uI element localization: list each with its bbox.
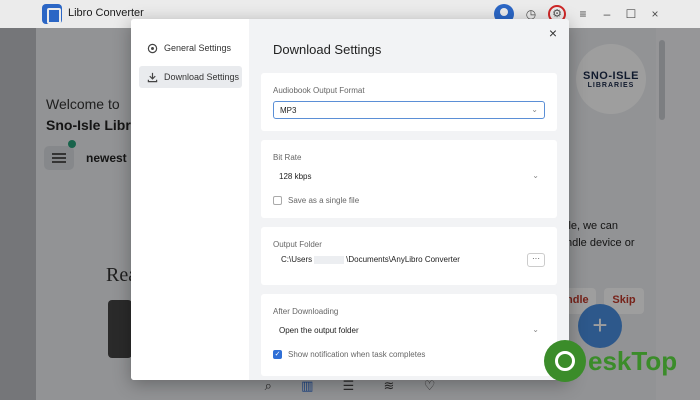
output-folder-label: Output Folder	[273, 240, 322, 249]
download-icon	[147, 72, 158, 82]
notification-option[interactable]: ✓ Show notification when task completes	[273, 350, 425, 359]
nav-download-settings[interactable]: Download Settings	[139, 66, 242, 88]
single-file-option[interactable]: Save as a single file	[273, 196, 359, 205]
path-suffix: \Documents\AnyLibro Converter	[346, 255, 460, 264]
after-download-value: Open the output folder	[279, 326, 359, 335]
redacted-username	[314, 255, 345, 264]
chevron-down-icon: ⌄	[532, 171, 539, 180]
chevron-down-icon: ⌄	[532, 325, 539, 334]
notification-checkbox[interactable]: ✓	[273, 350, 282, 359]
after-download-label: After Downloading	[273, 307, 339, 316]
nav-general-settings[interactable]: General Settings	[139, 37, 242, 59]
watermark-text: eskTop	[588, 345, 678, 376]
bitrate-label: Bit Rate	[273, 153, 302, 162]
watermark: eskTop	[544, 336, 677, 386]
format-label: Audiobook Output Format	[273, 86, 365, 95]
browse-button[interactable]: ···	[527, 253, 545, 267]
single-file-label: Save as a single file	[288, 196, 360, 205]
notification-label: Show notification when task completes	[288, 350, 426, 359]
format-select[interactable]: MP3 ⌄	[273, 101, 545, 119]
format-value: MP3	[280, 106, 297, 115]
output-folder-card: Output Folder C:\Users \Documents\AnyLibr…	[261, 227, 557, 285]
bitrate-select[interactable]: 128 kbps ⌄	[273, 168, 545, 186]
nav-download-label: Download Settings	[164, 72, 240, 82]
output-folder-field[interactable]: C:\Users \Documents\AnyLibro Converter	[273, 251, 523, 269]
page-title: Download Settings	[273, 42, 382, 57]
path-prefix: C:\Users	[281, 255, 313, 264]
chevron-down-icon: ⌄	[531, 105, 538, 114]
close-icon[interactable]: ×	[545, 25, 561, 41]
single-file-checkbox[interactable]	[273, 196, 282, 205]
settings-dialog: General Settings Download Settings Downl…	[131, 19, 569, 380]
settings-content: Download Settings × Audiobook Output For…	[249, 19, 569, 380]
watermark-logo-icon	[544, 340, 586, 382]
after-download-card: After Downloading Open the output folder…	[261, 294, 557, 376]
nav-general-label: General Settings	[164, 43, 232, 53]
after-download-select[interactable]: Open the output folder ⌄	[273, 322, 545, 340]
format-card: Audiobook Output Format MP3 ⌄	[261, 73, 557, 131]
bitrate-value: 128 kbps	[279, 172, 312, 181]
bitrate-card: Bit Rate 128 kbps ⌄ Save as a single fil…	[261, 140, 557, 218]
gear-icon	[147, 43, 158, 53]
settings-sidebar: General Settings Download Settings	[131, 19, 249, 380]
